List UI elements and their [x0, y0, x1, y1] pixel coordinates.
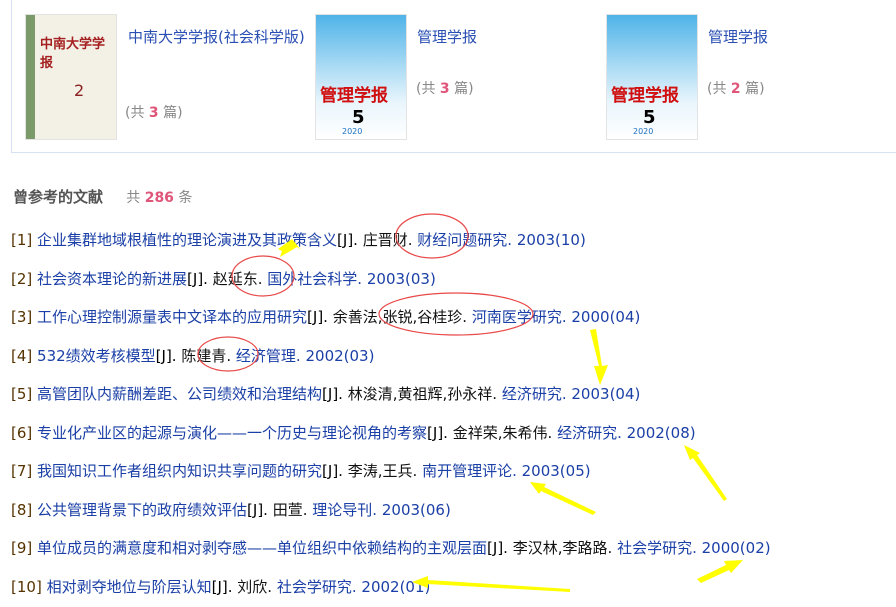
reference-count: 共 286 条 [126, 190, 193, 206]
reference-item: [6] 专业化产业区的起源与演化——一个历史与理论视角的考察[J]. 金祥荣,朱… [11, 422, 696, 443]
reference-index: [8] [11, 500, 33, 519]
reference-type: [J]. [337, 231, 358, 249]
reference-title-link[interactable]: 相对剥夺地位与阶层认知 [47, 578, 212, 596]
reference-journal-link[interactable]: 经济研究. [502, 385, 567, 403]
reference-item: [2] 社会资本理论的新进展[J]. 赵延东. 国外社会科学. 2003(03) [11, 268, 436, 289]
reference-index: [1] [11, 231, 33, 249]
reference-index: [5] [11, 385, 33, 403]
reference-issue-link[interactable]: 2000(04) [571, 308, 640, 326]
reference-issue-link[interactable]: 2003(10) [517, 231, 586, 249]
reference-type: [J]. [487, 539, 508, 557]
reference-title-link[interactable]: 工作心理控制源量表中文译本的应用研究 [37, 308, 307, 326]
reference-item: [8] 公共管理背景下的政府绩效评估[J]. 田萱. 理论导刊. 2003(06… [11, 499, 451, 520]
reference-title-link[interactable]: 532绩效考核模型 [37, 347, 156, 365]
reference-journal-link[interactable]: 社会学研究. [277, 578, 357, 596]
reference-issue-link[interactable]: 2003(03) [367, 270, 436, 288]
journal-name-link[interactable]: 管理学报 [417, 24, 597, 50]
journal-cover[interactable]: 管理学报 5 2020 [315, 14, 407, 140]
reference-index: [6] [11, 423, 33, 442]
journal-name-link[interactable]: 中南大学学报(社会科学版) [128, 24, 308, 50]
reference-authors: 金祥荣,朱希伟. [452, 423, 553, 442]
annotation-arrow [530, 482, 596, 515]
reference-type: [J]. [322, 462, 343, 480]
reference-item: [10] 相对剥夺地位与阶层认知[J]. 刘欣. 社会学研究. 2002(01) [11, 576, 430, 597]
annotation-arrow [412, 576, 570, 592]
journal-article-count: (共 3 篇) [125, 105, 183, 121]
section-title: 曾参考的文献 [13, 188, 104, 206]
journal-cover[interactable]: 管理学报 5 2020 [606, 14, 698, 140]
journal-name-link[interactable]: 管理学报 [708, 24, 888, 50]
reference-item: [5] 高管团队内薪酬差距、公司绩效和治理结构[J]. 林浚清,黄祖辉,孙永祥.… [11, 383, 640, 404]
reference-title-link[interactable]: 企业集群地域根植性的理论演进及其政策含义 [37, 231, 337, 249]
reference-index: [10] [11, 577, 42, 596]
reference-issue-link[interactable]: 2000(02) [702, 539, 771, 557]
reference-item: [4] 532绩效考核模型[J]. 陈建青. 经济管理. 2002(03) [11, 345, 374, 366]
reference-authors: 李涛,王兵. [347, 462, 418, 480]
reference-title-link[interactable]: 我国知识工作者组织内知识共享问题的研究 [37, 462, 322, 480]
reference-index: [2] [11, 269, 33, 288]
annotation-arrow [590, 329, 608, 385]
reference-journal-link[interactable]: 经济研究. [557, 424, 622, 442]
reference-authors: 赵延东. [212, 269, 263, 288]
reference-item: [3] 工作心理控制源量表中文译本的应用研究[J]. 余善法,张锐,谷桂珍. 河… [11, 306, 640, 327]
reference-type: [J]. [247, 500, 268, 519]
reference-authors: 林浚清,黄祖辉,孙永祥. [347, 385, 498, 403]
reference-issue-link[interactable]: 2003(06) [382, 501, 451, 519]
reference-item: [7] 我国知识工作者组织内知识共享问题的研究[J]. 李涛,王兵. 南开管理评… [11, 460, 591, 481]
annotation-arrow [684, 445, 727, 501]
reference-issue-link[interactable]: 2003(05) [522, 462, 591, 480]
reference-item: [1] 企业集群地域根植性的理论演进及其政策含义[J]. 庄晋财. 财经问题研究… [11, 229, 586, 250]
annotation-arrow [697, 560, 743, 583]
reference-type: [J]. [427, 423, 448, 442]
journal-list [11, 0, 896, 153]
reference-title-link[interactable]: 单位成员的满意度和相对剥夺感——单位组织中依赖结构的主观层面 [37, 539, 487, 557]
reference-type: [J]. [211, 577, 233, 596]
journal-cover[interactable]: 中南大学学报 2 [25, 14, 117, 140]
reference-journal-link[interactable]: 南开管理评论. [422, 462, 517, 480]
reference-journal-link[interactable]: 财经问题研究. [417, 231, 512, 249]
reference-index: [3] [11, 308, 33, 326]
reference-journal-link[interactable]: 国外社会科学. [267, 270, 362, 288]
reference-journal-link[interactable]: 经济管理. [236, 347, 301, 365]
reference-title-link[interactable]: 公共管理背景下的政府绩效评估 [37, 501, 247, 519]
reference-issue-link[interactable]: 2002(08) [627, 424, 696, 442]
section-heading: 曾参考的文献 共 286 条 [13, 186, 192, 207]
reference-item: [9] 单位成员的满意度和相对剥夺感——单位组织中依赖结构的主观层面[J]. 李… [11, 537, 771, 558]
reference-journal-link[interactable]: 社会学研究. [617, 539, 697, 557]
reference-index: [9] [11, 539, 33, 557]
reference-type: [J]. [307, 308, 328, 326]
reference-type: [J]. [187, 269, 208, 288]
reference-journal-link[interactable]: 河南医学研究. [472, 308, 567, 326]
reference-authors: 田萱. [272, 500, 308, 519]
reference-issue-link[interactable]: 2002(03) [305, 347, 374, 365]
journal-article-count: (共 2 篇) [707, 81, 765, 97]
reference-journal-link[interactable]: 理论导刊. [312, 501, 377, 519]
reference-index: [7] [11, 462, 33, 480]
reference-title-link[interactable]: 社会资本理论的新进展 [37, 270, 187, 288]
reference-authors: 余善法,张锐,谷桂珍. [332, 308, 468, 326]
reference-issue-link[interactable]: 2002(01) [361, 578, 430, 596]
reference-authors: 李汉林,李路路. [512, 539, 613, 557]
reference-title-link[interactable]: 专业化产业区的起源与演化——一个历史与理论视角的考察 [37, 424, 427, 442]
reference-type: [J]. [155, 346, 177, 365]
reference-authors: 庄晋财. [362, 231, 413, 249]
reference-index: [4] [11, 346, 33, 365]
reference-issue-link[interactable]: 2003(04) [571, 385, 640, 403]
reference-title-link[interactable]: 高管团队内薪酬差距、公司绩效和治理结构 [37, 385, 322, 403]
reference-authors: 刘欣. [237, 577, 273, 596]
reference-type: [J]. [322, 385, 343, 403]
reference-authors: 陈建青. [181, 346, 232, 365]
journal-article-count: (共 3 篇) [416, 81, 474, 97]
